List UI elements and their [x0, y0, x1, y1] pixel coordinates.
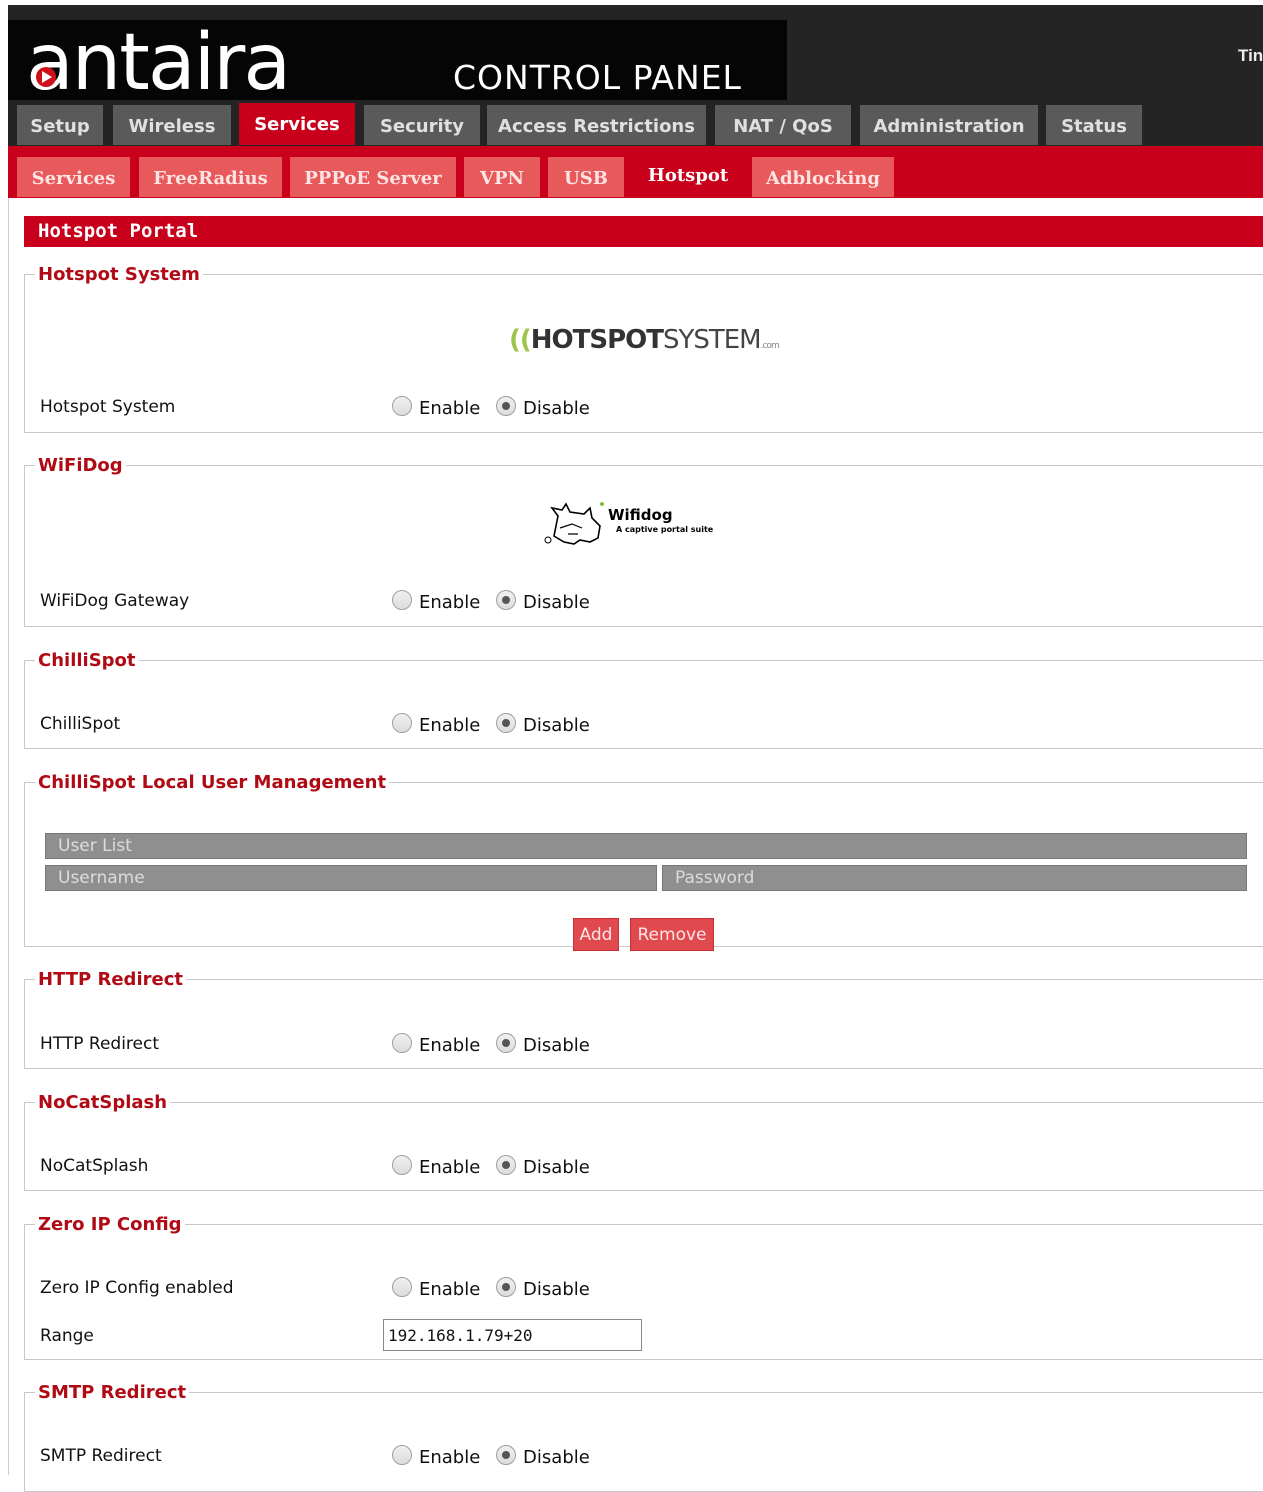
smtp-redirect-fieldset: SMTP Redirect SMTP Redirect Enable Disab…	[24, 1382, 1263, 1492]
chillispot-fieldset: ChilliSpot ChilliSpot Enable Disable	[24, 650, 1263, 749]
chillispot-radio-group: Enable Disable	[392, 713, 600, 736]
hotspot-system-legend: Hotspot System	[38, 264, 200, 285]
wifidog-radio-group: Enable Disable	[392, 590, 600, 613]
http-redirect-label: HTTP Redirect	[40, 1034, 160, 1054]
smtp-redirect-label: SMTP Redirect	[40, 1446, 162, 1466]
subtab-vpn[interactable]: VPN	[464, 157, 540, 197]
tab-security[interactable]: Security	[364, 105, 480, 145]
http-redirect-enable-radio[interactable]	[392, 1033, 412, 1053]
chillispot-users-fieldset: ChilliSpot Local User Management User Li…	[24, 772, 1263, 951]
nocatsplash-radio-group: Enable Disable	[392, 1155, 600, 1178]
zero-ip-enable-radio[interactable]	[392, 1277, 412, 1297]
tab-setup[interactable]: Setup	[17, 105, 103, 145]
http-redirect-disable-radio[interactable]	[496, 1033, 517, 1053]
subtab-services[interactable]: Services	[17, 157, 130, 197]
wifidog-logo: Wifidog A captive portal suite	[544, 498, 764, 548]
time-label: Tin	[1238, 46, 1263, 65]
subtab-freeradius[interactable]: FreeRadius	[139, 157, 282, 197]
tab-administration[interactable]: Administration	[860, 105, 1038, 145]
user-list-header: User List	[45, 833, 1247, 859]
wifidog-enable-radio[interactable]	[392, 590, 412, 610]
nocatsplash-enable-radio[interactable]	[392, 1155, 412, 1175]
subtab-hotspot[interactable]: Hotspot	[632, 155, 744, 195]
logo-play-triangle	[42, 71, 52, 83]
wifi-waves-icon: ((	[509, 325, 532, 355]
http-redirect-legend: HTTP Redirect	[38, 969, 183, 990]
zero-ip-fieldset: Zero IP Config Zero IP Config enabled En…	[24, 1214, 1263, 1360]
tab-access-restrictions[interactable]: Access Restrictions	[487, 105, 706, 145]
hotspot-system-label: Hotspot System	[40, 397, 176, 417]
range-label: Range	[40, 1326, 94, 1346]
nocatsplash-legend: NoCatSplash	[38, 1092, 168, 1113]
chillispot-label: ChilliSpot	[40, 714, 121, 734]
zero-ip-disable-radio[interactable]	[496, 1277, 517, 1297]
hotspot-system-disable-radio[interactable]	[496, 396, 517, 416]
chillispot-disable-radio[interactable]	[496, 713, 517, 733]
smtp-redirect-radio-group: Enable Disable	[392, 1445, 600, 1468]
tab-status[interactable]: Status	[1046, 105, 1142, 145]
nocatsplash-label: NoCatSplash	[40, 1156, 149, 1176]
zero-ip-legend: Zero IP Config	[38, 1214, 182, 1235]
tab-wireless[interactable]: Wireless	[113, 105, 231, 145]
hotspotsystem-logo: ((HOTSPOTSYSTEM.com	[509, 325, 780, 355]
range-input[interactable]	[383, 1319, 642, 1351]
smtp-redirect-disable-radio[interactable]	[496, 1445, 517, 1465]
chillispot-enable-radio[interactable]	[392, 713, 412, 733]
page-title: Hotspot Portal	[24, 216, 1263, 247]
hotspot-system-enable-radio[interactable]	[392, 396, 412, 416]
password-column-header: Password	[662, 865, 1247, 891]
wifidog-legend: WiFiDog	[38, 455, 123, 476]
wifidog-disable-radio[interactable]	[496, 590, 517, 610]
nocatsplash-fieldset: NoCatSplash NoCatSplash Enable Disable	[24, 1092, 1263, 1191]
remove-user-button[interactable]: Remove	[630, 918, 714, 951]
chillispot-legend: ChilliSpot	[38, 650, 136, 671]
nocatsplash-disable-radio[interactable]	[496, 1155, 517, 1175]
add-user-button[interactable]: Add	[573, 918, 619, 951]
subtab-adblocking[interactable]: Adblocking	[752, 157, 894, 197]
logo-text: antaira	[26, 18, 291, 108]
username-column-header: Username	[45, 865, 657, 891]
zero-ip-radio-group: Enable Disable	[392, 1277, 600, 1300]
control-panel-title: CONTROL PANEL	[453, 58, 742, 97]
smtp-redirect-enable-radio[interactable]	[392, 1445, 412, 1465]
http-redirect-fieldset: HTTP Redirect HTTP Redirect Enable Disab…	[24, 969, 1263, 1069]
smtp-redirect-legend: SMTP Redirect	[38, 1382, 187, 1403]
http-redirect-radio-group: Enable Disable	[392, 1033, 600, 1056]
subtab-usb[interactable]: USB	[548, 157, 624, 197]
wifidog-dog-icon	[544, 502, 604, 545]
wifidog-gateway-label: WiFiDog Gateway	[40, 591, 190, 611]
wifidog-fieldset: WiFiDog Wifidog A captive portal suite W…	[24, 455, 1263, 627]
hotspot-system-fieldset: Hotspot System ((HOTSPOTSYSTEM.com Hotsp…	[24, 264, 1263, 433]
tab-services[interactable]: Services	[239, 103, 355, 145]
tab-nat-qos[interactable]: NAT / QoS	[715, 105, 851, 145]
content-left-border	[8, 198, 9, 1475]
subtab-pppoe-server[interactable]: PPPoE Server	[290, 157, 456, 197]
brand-logo: antaira CONTROL PANEL	[8, 18, 787, 108]
hotspot-system-radio-group: Enable Disable	[392, 396, 600, 419]
chillispot-users-legend: ChilliSpot Local User Management	[38, 772, 387, 793]
zero-ip-enabled-label: Zero IP Config enabled	[40, 1278, 234, 1298]
